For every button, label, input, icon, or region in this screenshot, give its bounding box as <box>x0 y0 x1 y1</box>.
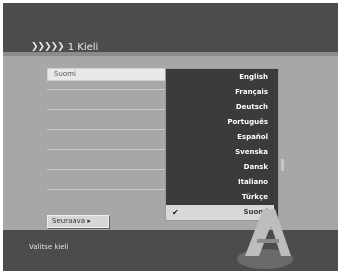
language-option[interactable]: Español <box>166 130 274 145</box>
language-option[interactable]: Italiano <box>166 175 274 190</box>
brand-logo <box>237 209 293 269</box>
language-dropdown[interactable]: English Français Deutsch Português Españ… <box>165 68 284 221</box>
language-option[interactable]: Dansk <box>166 160 274 175</box>
next-button[interactable]: Seuraava ▸ <box>47 215 109 228</box>
next-button-label: Seuraava <box>52 217 86 225</box>
checkmark-icon: ✔ <box>172 208 179 217</box>
language-field[interactable]: Suomi <box>47 68 169 81</box>
scrollbar-thumb[interactable] <box>281 159 284 171</box>
page-title-text: 1 Kieli <box>67 41 99 53</box>
language-option[interactable]: Svenska <box>166 145 274 160</box>
arrow-right-icon: ▸ <box>87 217 91 225</box>
language-option[interactable]: Deutsch <box>166 100 274 115</box>
page-title: ❯❯❯❯❯ 1 Kieli <box>31 40 98 54</box>
language-option[interactable]: Français <box>166 85 274 100</box>
step-arrows-icon: ❯❯❯❯❯ <box>31 42 65 52</box>
footer-hint: Valitse kieli <box>29 243 69 251</box>
language-field-value: Suomi <box>54 70 76 78</box>
language-option[interactable]: Português <box>166 115 274 130</box>
setup-screen: ❯❯❯❯❯ 1 Kieli Suomi English Français Deu… <box>3 3 338 271</box>
language-option[interactable]: English <box>166 70 274 85</box>
